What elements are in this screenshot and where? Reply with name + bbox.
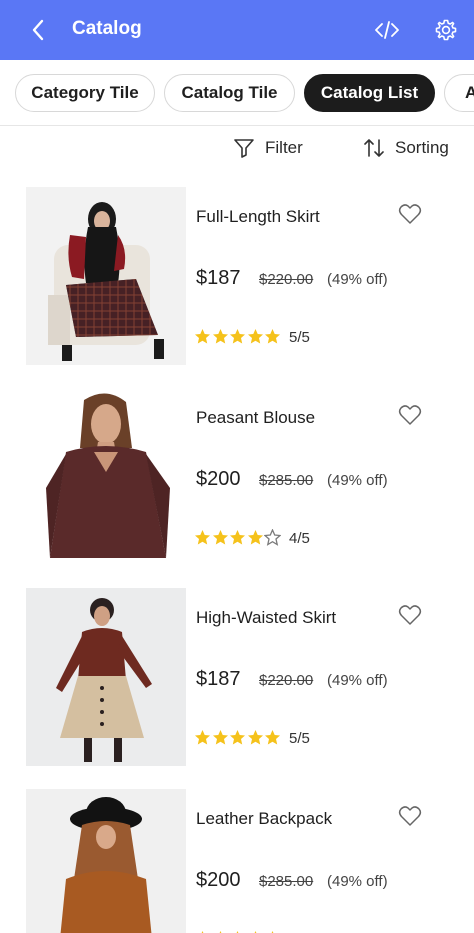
rating-stars (194, 729, 282, 747)
star-filled-icon (212, 730, 228, 745)
tab-more[interactable]: A (444, 74, 474, 112)
product-old-price: $285.00 (259, 873, 314, 890)
star-filled-icon (212, 329, 228, 344)
sorting-label: Sorting (395, 138, 449, 157)
rating-text: 5/5 (289, 730, 310, 747)
product-image[interactable] (26, 388, 186, 566)
star-filled-icon (247, 530, 263, 545)
product-old-price: $285.00 (259, 472, 314, 489)
product-name[interactable]: Leather Backpack (196, 809, 332, 829)
product-name[interactable]: Full-Length Skirt (196, 207, 320, 227)
star-filled-icon (212, 530, 228, 545)
sorting-button[interactable]: Sorting (363, 134, 449, 162)
favorite-button[interactable] (398, 404, 424, 428)
back-button[interactable] (24, 16, 52, 44)
product-card[interactable]: High-Waisted Skirt $187 $220.00 (49% off… (0, 588, 474, 768)
product-price: $200 (196, 869, 241, 891)
rating-stars (194, 529, 282, 547)
favorite-button[interactable] (398, 805, 424, 829)
code-icon (375, 21, 399, 39)
product-discount: (49% off) (327, 472, 388, 489)
filter-button[interactable]: Filter (233, 134, 303, 162)
product-discount: (49% off) (327, 672, 388, 689)
app-bar: Catalog (0, 0, 474, 60)
star-filled-icon (195, 329, 210, 344)
chevron-left-icon (32, 19, 44, 41)
star-filled-icon (230, 530, 245, 545)
tab-catalog-list[interactable]: Catalog List (304, 74, 435, 112)
star-empty-icon (264, 529, 281, 546)
product-discount: (49% off) (327, 271, 388, 288)
product-price: $187 (196, 267, 241, 289)
star-filled-icon (230, 329, 245, 344)
product-photo-backpack (26, 789, 186, 933)
filter-label: Filter (265, 138, 303, 157)
product-photo-waisted-skirt (26, 588, 186, 766)
product-discount: (49% off) (327, 873, 388, 890)
star-filled-icon (195, 530, 210, 545)
product-photo-skirt (26, 187, 186, 365)
heart-icon (398, 204, 422, 224)
star-filled-icon (265, 730, 280, 745)
rating-stars (194, 328, 282, 346)
product-old-price: $220.00 (259, 271, 314, 288)
gear-icon (435, 19, 457, 41)
product-image[interactable] (26, 588, 186, 766)
tab-bar: Category Tile Catalog Tile Catalog List … (0, 60, 474, 126)
star-filled-icon (265, 329, 280, 344)
code-button[interactable] (372, 16, 402, 44)
heart-icon (398, 806, 422, 826)
tab-category-tile[interactable]: Category Tile (15, 74, 155, 112)
product-card[interactable]: Full-Length Skirt $187 $220.00 (49% off)… (0, 187, 474, 367)
product-name[interactable]: Peasant Blouse (196, 408, 315, 428)
favorite-button[interactable] (398, 604, 424, 628)
star-filled-icon (230, 730, 245, 745)
rating-text: 4/5 (289, 530, 310, 547)
heart-icon (398, 405, 422, 425)
favorite-button[interactable] (398, 203, 424, 227)
sort-icon (364, 139, 384, 157)
product-image[interactable] (26, 187, 186, 365)
tab-catalog-tile[interactable]: Catalog Tile (164, 74, 295, 112)
product-image[interactable] (26, 789, 186, 933)
star-filled-icon (195, 730, 210, 745)
product-price: $187 (196, 668, 241, 690)
star-filled-icon (247, 730, 263, 745)
star-filled-icon (247, 329, 263, 344)
product-card[interactable]: Leather Backpack $200 $285.00 (49% off) (0, 789, 474, 933)
rating-text: 5/5 (289, 329, 310, 346)
product-price: $200 (196, 468, 241, 490)
filter-icon (234, 139, 254, 158)
page-title: Catalog (72, 18, 142, 39)
product-old-price: $220.00 (259, 672, 314, 689)
list-toolbar: Filter Sorting (0, 126, 474, 168)
heart-icon (398, 605, 422, 625)
product-card[interactable]: Peasant Blouse $200 $285.00 (49% off) 4/… (0, 388, 474, 568)
product-photo-blouse (26, 388, 186, 566)
product-name[interactable]: High-Waisted Skirt (196, 608, 336, 628)
settings-button[interactable] (432, 16, 460, 44)
